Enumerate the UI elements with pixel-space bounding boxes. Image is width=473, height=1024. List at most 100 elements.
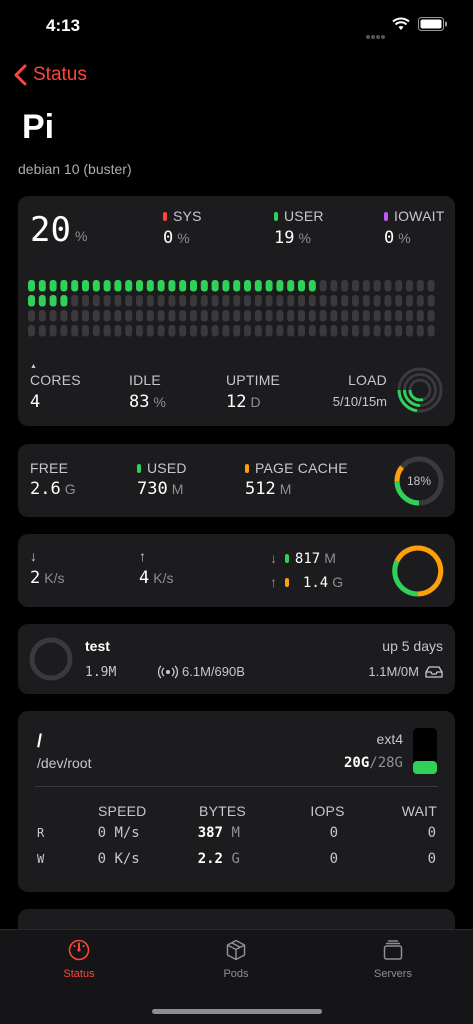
cpu-history-bar [168,280,176,292]
cpu-history-bar [384,310,392,322]
cpu-history-bar [125,325,133,337]
cpu-history-bar [125,280,133,292]
cpu-history-bar [38,280,46,292]
row-label: R [37,826,45,840]
cpu-history-bar [416,280,424,292]
tab-status-label: Status [63,968,95,980]
back-button[interactable]: Status [14,64,87,86]
used-unit: M [171,481,184,497]
free-value: 2.6 [30,479,61,499]
cpu-card[interactable]: 20% SYS 0% USER 19% IOWAIT 0% ▲ CORES 4 … [18,196,455,426]
cpu-history-bar [82,280,89,292]
memory-card[interactable]: FREE 2.6 G USED 730 M PAGE CACHE 512 M 18% [18,444,455,517]
container-uptime: up 5 days [382,638,443,654]
disk-card[interactable]: / /dev/root ext4 20G/28G SPEED BYTES IOP… [18,711,455,892]
tab-servers[interactable]: Servers [333,938,453,980]
cpu-history-bar [103,280,111,292]
cpu-history-bar [28,325,35,337]
total-up-unit: G [332,574,344,590]
idle-label: IDLE [129,372,161,388]
sort-indicator-icon: ▲ [30,363,37,370]
page-title: Pi [22,108,55,146]
cpu-history-bar [190,325,197,337]
cpu-history-bar [211,295,219,307]
cpu-history-bar [244,325,251,337]
row-speed-value: 0 [97,825,106,841]
cpu-history-bar [265,325,273,337]
total-up-arrow-icon: ↑ [270,574,277,590]
disk-divider [35,786,438,787]
down-arrow-icon: ↓ [30,548,38,564]
cpu-history-bar [190,295,197,307]
mem-cache: PAGE CACHE 512 M [245,460,348,499]
cpu-history-bar [287,310,295,322]
tray-icon [425,665,443,678]
disk-total: 28G [377,755,403,771]
container-disk-value: 1.1M/0M [368,664,419,679]
cpu-history-bar [92,295,100,307]
tab-pods[interactable]: Pods [176,938,296,980]
up-arrow-icon: ↑ [139,548,147,564]
cpu-history-bar [384,295,392,307]
disk-device: /dev/root [37,755,92,771]
used-value: 730 [137,479,168,499]
cpu-history-bar [373,280,381,292]
cpu-history-bar [71,280,79,292]
cpu-history-bar [114,280,122,292]
cpu-history-bar [49,310,57,322]
sys-label: SYS [173,208,202,224]
cube-icon [226,939,246,961]
cpu-history-bar [157,325,165,337]
container-disk: 1.1M/0M [368,664,443,679]
idle-unit: % [153,394,166,410]
cpu-history-bar [28,295,35,307]
cpu-history-bar [38,310,46,322]
cpu-history-bar [427,295,435,307]
iowait-value: 0 [384,228,395,248]
gauge-icon [68,939,90,961]
cpu-history-bar [308,310,316,322]
cpu-history-bars [28,280,435,337]
cpu-history-bar [222,280,230,292]
cpu-history-bar [92,310,100,322]
container-card[interactable]: test up 5 days 1.9M 6.1M/690B 1.1M/0M [18,624,455,694]
iowait-label: IOWAIT [394,208,445,224]
disk-mount: / [37,731,43,751]
mem-free: FREE 2.6 G [30,460,76,499]
cpu-history-bar [395,280,403,292]
cpu-history-bar [103,295,111,307]
cpu-cores: CORES 4 [30,372,81,412]
cpu-history-bar [362,295,370,307]
container-memory: 1.9M [85,665,117,680]
cpu-history-bar [38,295,46,307]
row-speed-value: 0 [97,851,106,867]
cores-value: 4 [30,392,41,412]
sys-dot [163,212,167,221]
row-bytes-unit: G [231,851,240,867]
cpu-history-bar [233,295,241,307]
user-label: USER [284,208,324,224]
cpu-history-bar [222,310,230,322]
cache-unit: M [279,481,292,497]
idle-value: 83 [129,392,150,412]
network-card[interactable]: ↓ 2 K/s ↑ 4 K/s ↓ 817 M ↑ 1.4 G [18,534,455,607]
row-iops: 0 [329,825,338,841]
cpu-history-bar [330,280,338,292]
cpu-history-bar [384,325,392,337]
cpu-history-bar [406,280,413,292]
row-speed: 0 M/s [78,825,178,841]
cpu-total: 20% [30,210,87,250]
cpu-history-bar [416,310,424,322]
total-down-arrow-icon: ↓ [270,550,277,566]
total-down-unit: M [324,550,336,566]
cpu-history-bar [308,280,316,292]
iowait-unit: % [398,230,411,246]
tab-status[interactable]: Status [19,938,139,980]
cpu-history-bar [200,280,208,292]
cpu-history-bar [352,280,359,292]
cpu-history-bar [114,295,122,307]
cpu-history-bar [136,280,143,292]
cpu-history-bar [330,295,338,307]
disk-usage-bar [413,728,437,774]
page-subtitle: debian 10 (buster) [18,161,132,177]
